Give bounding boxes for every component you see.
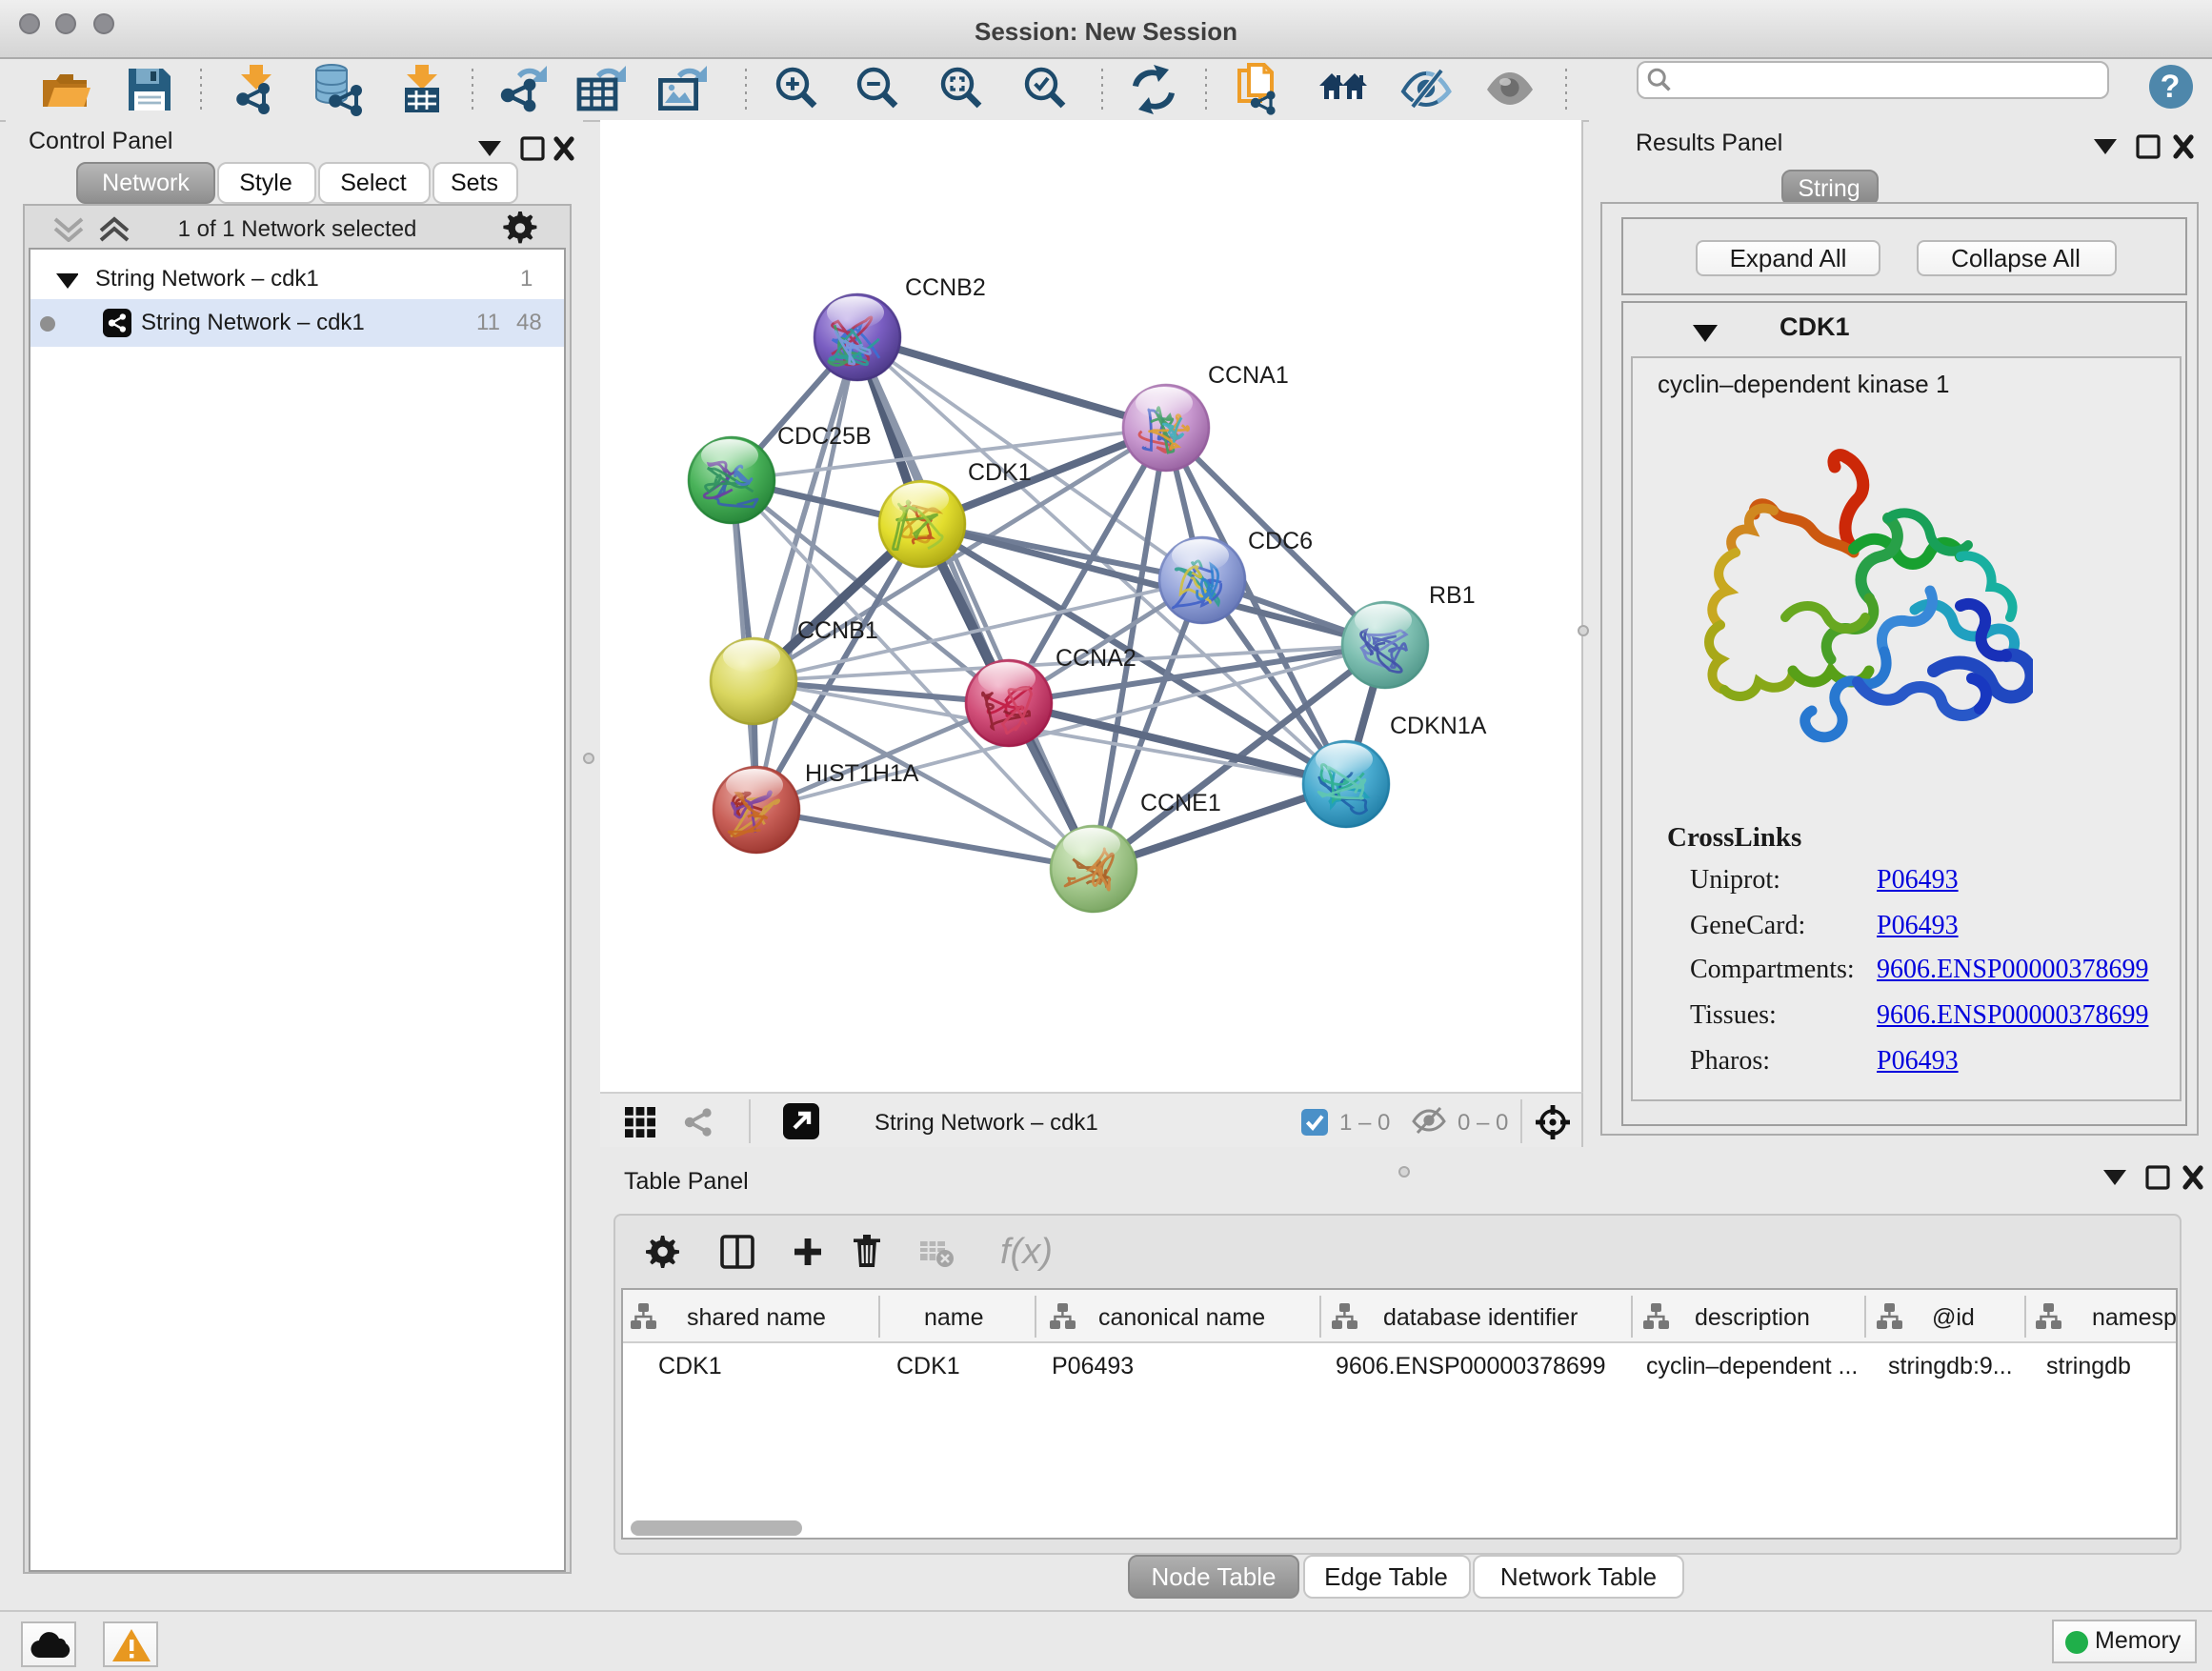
svg-text:CCNB2: CCNB2: [905, 274, 986, 301]
svg-text:name: name: [924, 1304, 984, 1331]
svg-text:namespac: namespac: [2092, 1304, 2178, 1331]
svg-text:shared name: shared name: [687, 1304, 826, 1331]
svg-text:CDC6: CDC6: [1248, 528, 1313, 554]
svg-text:CCNE1: CCNE1: [1140, 790, 1221, 816]
svg-text:description: description: [1695, 1304, 1810, 1331]
svg-text:CCNA2: CCNA2: [1056, 645, 1136, 672]
svg-text:HIST1H1A: HIST1H1A: [805, 760, 919, 787]
svg-text:CDC25B: CDC25B: [777, 423, 872, 450]
svg-text:f(x): f(x): [999, 1231, 1052, 1271]
svg-text:@id: @id: [1932, 1304, 1975, 1331]
svg-text:CDKN1A: CDKN1A: [1390, 713, 1487, 739]
svg-text:CCNA1: CCNA1: [1208, 362, 1289, 389]
svg-text:CCNB1: CCNB1: [797, 617, 878, 644]
svg-text:RB1: RB1: [1429, 582, 1476, 609]
svg-text:database identifier: database identifier: [1383, 1304, 1578, 1331]
svg-text:CDK1: CDK1: [968, 459, 1032, 486]
svg-text:canonical name: canonical name: [1098, 1304, 1265, 1331]
